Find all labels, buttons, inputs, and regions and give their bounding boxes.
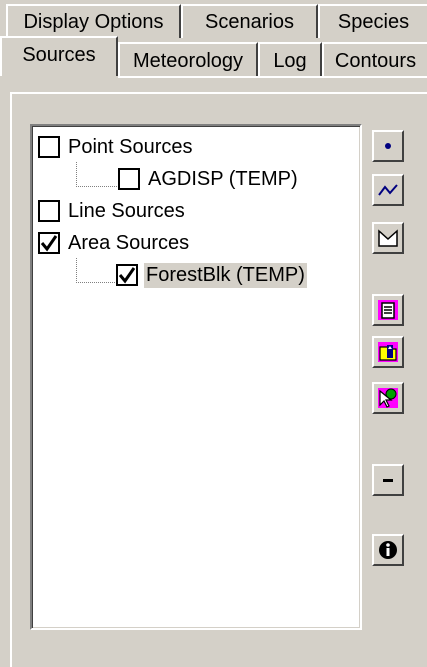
tab-display-options[interactable]: Display Options bbox=[6, 4, 181, 38]
tab-meteorology[interactable]: Meteorology bbox=[118, 42, 258, 78]
tab-label: Species bbox=[337, 10, 410, 33]
check-icon bbox=[118, 267, 136, 284]
point-source-button[interactable] bbox=[372, 130, 404, 162]
tree-node-forestblk[interactable]: ForestBlk (TEMP) bbox=[116, 260, 307, 290]
node-label: Line Sources bbox=[68, 199, 185, 222]
area-source-button[interactable] bbox=[372, 222, 404, 254]
properties-button[interactable] bbox=[372, 294, 404, 326]
checkbox[interactable] bbox=[38, 200, 60, 222]
check-icon bbox=[40, 235, 58, 252]
node-label: AGDISP (TEMP) bbox=[148, 167, 298, 190]
checkbox[interactable] bbox=[116, 264, 138, 286]
pointer-icon bbox=[378, 388, 398, 408]
tree-connector bbox=[76, 258, 117, 283]
sources-tree[interactable]: Point Sources AGDISP (TEMP) Line Sources… bbox=[30, 124, 362, 630]
tab-label: Sources bbox=[22, 44, 96, 66]
tab-sources[interactable]: Sources bbox=[0, 36, 118, 76]
select-button[interactable] bbox=[372, 382, 404, 414]
info-icon bbox=[379, 541, 397, 559]
tab-scenarios[interactable]: Scenarios bbox=[181, 4, 318, 38]
tab-label: Scenarios bbox=[205, 10, 294, 33]
tree-node-area-sources[interactable]: Area Sources bbox=[38, 228, 191, 258]
tree-node-point-sources[interactable]: Point Sources bbox=[38, 132, 195, 162]
remove-button[interactable] bbox=[372, 464, 404, 496]
line-source-button[interactable] bbox=[372, 174, 404, 206]
dot-icon bbox=[385, 143, 391, 149]
tab-contours[interactable]: Contours bbox=[322, 42, 427, 78]
checkbox[interactable] bbox=[118, 168, 140, 190]
tab-label: Meteorology bbox=[132, 49, 244, 72]
node-label: ForestBlk (TEMP) bbox=[144, 262, 307, 288]
node-label: Area Sources bbox=[68, 231, 190, 254]
tree-node-agdisp[interactable]: AGDISP (TEMP) bbox=[118, 164, 300, 194]
minus-icon bbox=[383, 479, 393, 482]
tree-node-line-sources[interactable]: Line Sources bbox=[38, 196, 187, 226]
import-icon bbox=[378, 342, 398, 362]
tab-label: Display Options bbox=[23, 10, 164, 33]
node-label: Point Sources bbox=[68, 135, 193, 158]
tab-label: Contours bbox=[334, 49, 417, 72]
polygon-icon bbox=[378, 229, 398, 247]
tab-label: Log bbox=[273, 49, 307, 72]
document-icon bbox=[378, 300, 398, 320]
tab-log[interactable]: Log bbox=[258, 42, 322, 78]
tab-baseline bbox=[118, 76, 427, 78]
checkbox[interactable] bbox=[38, 136, 60, 158]
info-button[interactable] bbox=[372, 534, 404, 566]
polyline-icon bbox=[378, 184, 398, 196]
tab-species[interactable]: Species bbox=[318, 4, 427, 38]
checkbox[interactable] bbox=[38, 232, 60, 254]
import-button[interactable] bbox=[372, 336, 404, 368]
